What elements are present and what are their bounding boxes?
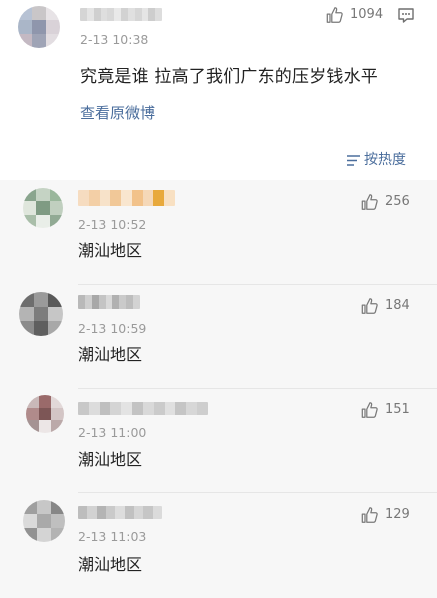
thumbs-up-icon [361, 298, 378, 314]
thumbs-up-icon [361, 402, 378, 418]
reply-divider [78, 284, 437, 285]
reply-text: 潮汕地区 [78, 241, 143, 260]
reply-text: 潮汕地区 [78, 345, 143, 364]
reply-like-count: 129 [385, 507, 410, 522]
reply-username-redacted[interactable] [78, 190, 175, 206]
sort-label: 按热度 [364, 152, 406, 168]
thumbs-up-icon [361, 194, 378, 210]
post-avatar[interactable] [18, 6, 60, 48]
reply-username-redacted[interactable] [78, 402, 208, 415]
reply-text: 潮汕地区 [78, 555, 143, 574]
sort-icon [347, 154, 360, 166]
reply-username-redacted[interactable] [78, 295, 140, 309]
reply-avatar[interactable] [23, 188, 63, 228]
reply-like-button[interactable]: 151 [360, 400, 410, 420]
reply-avatar[interactable] [19, 292, 63, 336]
view-original-link[interactable]: 查看原微博 [80, 103, 155, 123]
post-text: 究竟是谁 拉高了我们广东的压岁钱水平 [80, 67, 379, 87]
reply-timestamp: 2-13 11:03 [78, 529, 147, 544]
sort-by-heat-button[interactable]: 按热度 [346, 151, 406, 169]
reply-timestamp: 2-13 10:52 [78, 217, 147, 232]
reply-list: 2-13 10:52 潮汕地区 256 2-13 10:59 潮汕地区 184 … [0, 180, 437, 598]
reply-like-button[interactable]: 129 [360, 505, 410, 525]
thumbs-up-icon [361, 507, 378, 523]
reply-like-button[interactable]: 256 [360, 192, 410, 212]
reply-timestamp: 2-13 10:59 [78, 321, 147, 336]
reply-like-count: 151 [385, 402, 410, 417]
post-timestamp: 2-13 10:38 [80, 32, 149, 47]
post-username-redacted[interactable] [80, 8, 162, 21]
reply-divider [78, 388, 437, 389]
reply-divider [78, 492, 437, 493]
reply-like-count: 184 [385, 298, 410, 313]
reply-avatar[interactable] [26, 395, 64, 433]
reply-timestamp: 2-13 11:00 [78, 425, 147, 440]
post-like-button[interactable]: 1094 [325, 5, 383, 25]
reply-avatar[interactable] [23, 500, 65, 542]
thumbs-up-icon [326, 7, 343, 23]
reply-like-button[interactable]: 184 [360, 296, 410, 316]
reply-text: 潮汕地区 [78, 450, 143, 469]
reply-like-count: 256 [385, 194, 410, 209]
comment-icon [398, 8, 414, 23]
comment-button[interactable] [397, 7, 415, 28]
post-like-count: 1094 [350, 7, 384, 22]
reply-username-redacted[interactable] [78, 506, 162, 519]
